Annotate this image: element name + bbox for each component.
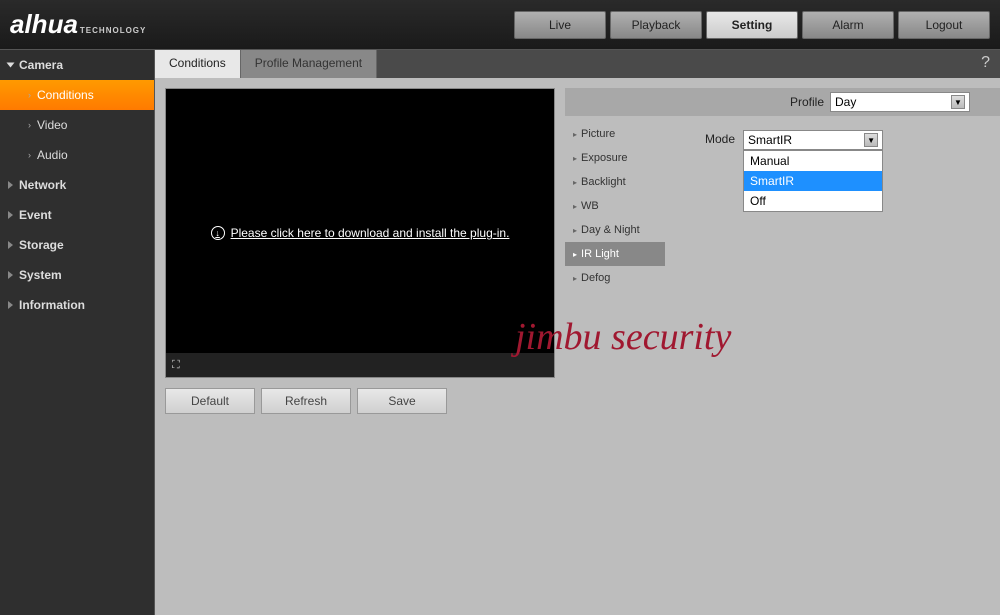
sidebar-label: Storage [19, 238, 64, 252]
nav-setting[interactable]: Setting [706, 11, 798, 39]
body: Camera › Conditions › Video › Audio Network… [0, 50, 1000, 615]
dropdown-arrow-icon: ▼ [951, 95, 965, 109]
save-button[interactable]: Save [357, 388, 447, 414]
nav-playback[interactable]: Playback [610, 11, 702, 39]
nav-alarm[interactable]: Alarm [802, 11, 894, 39]
settings-nav: ▸ Picture ▸ Exposure ▸ Backlight ▸ WB ▸ Day &… [565, 122, 665, 290]
chevron-right-icon [8, 241, 13, 249]
button-row: Default Refresh Save [165, 388, 555, 414]
chevron-right-icon: ▸ [573, 202, 577, 211]
profile-label: Profile [790, 95, 824, 109]
sidebar: Camera › Conditions › Video › Audio Network… [0, 50, 155, 615]
mode-row: Mode SmartIR ▼ Manual SmartIR Off [705, 130, 883, 290]
plugin-text: Please click here to download and instal… [231, 226, 510, 240]
chevron-right-icon: ▸ [573, 226, 577, 235]
chevron-right-icon: › [28, 90, 31, 100]
brand-subtitle: TECHNOLOGY [80, 26, 146, 35]
sidebar-label: Conditions [37, 88, 94, 102]
mode-dropdown-list: Manual SmartIR Off [743, 150, 883, 212]
video-column: ↓ Please click here to download and inst… [165, 88, 555, 414]
mode-dropdown: SmartIR ▼ Manual SmartIR Off [743, 130, 883, 150]
nav-label: Picture [581, 128, 615, 140]
chevron-right-icon: ▸ [573, 250, 577, 259]
sidebar-label: Camera [19, 58, 63, 72]
settings-nav-defog[interactable]: ▸ Defog [565, 266, 665, 290]
nav-label: Exposure [581, 152, 627, 164]
header: alhua TECHNOLOGY Live Playback Setting A… [0, 0, 1000, 50]
settings-column: Profile Day ▼ ▸ Picture ▸ Exposure ▸ Backli… [565, 88, 1000, 414]
settings-nav-daynight[interactable]: ▸ Day & Night [565, 218, 665, 242]
sidebar-label: Network [19, 178, 66, 192]
settings-nav-wb[interactable]: ▸ WB [565, 194, 665, 218]
dropdown-arrow-icon: ▼ [864, 133, 878, 147]
download-icon: ↓ [211, 226, 225, 240]
chevron-right-icon: ▸ [573, 154, 577, 163]
fullscreen-icon[interactable]: ⛶ [172, 359, 180, 372]
brand-logo: alhua TECHNOLOGY [10, 9, 146, 40]
chevron-right-icon: ▸ [573, 130, 577, 139]
chevron-right-icon [8, 271, 13, 279]
nav-label: Backlight [581, 176, 626, 188]
sidebar-conditions[interactable]: › Conditions [0, 80, 154, 110]
sidebar-label: System [19, 268, 62, 282]
sidebar-storage[interactable]: Storage [0, 230, 154, 260]
help-icon[interactable]: ? [971, 50, 1000, 78]
video-toolbar: ⛶ [166, 353, 554, 377]
sidebar-network[interactable]: Network [0, 170, 154, 200]
mode-option-manual[interactable]: Manual [744, 151, 882, 171]
sidebar-audio[interactable]: › Audio [0, 140, 154, 170]
settings-nav-picture[interactable]: ▸ Picture [565, 122, 665, 146]
sidebar-camera[interactable]: Camera [0, 50, 154, 80]
mode-option-off[interactable]: Off [744, 191, 882, 211]
nav-label: IR Light [581, 248, 619, 260]
profile-row: Profile Day ▼ [565, 88, 1000, 116]
sidebar-system[interactable]: System [0, 260, 154, 290]
mode-label: Mode [705, 132, 735, 146]
chevron-right-icon [8, 301, 13, 309]
settings-nav-irlight[interactable]: ▸ IR Light [565, 242, 665, 266]
main-panel: Conditions Profile Management ? ↓ Please… [155, 50, 1000, 615]
nav-label: WB [581, 200, 599, 212]
nav-label: Defog [581, 272, 610, 284]
settings-nav-exposure[interactable]: ▸ Exposure [565, 146, 665, 170]
chevron-right-icon: ▸ [573, 178, 577, 187]
plugin-download-link[interactable]: ↓ Please click here to download and inst… [211, 226, 510, 240]
chevron-right-icon: ▸ [573, 274, 577, 283]
sidebar-label: Information [19, 298, 85, 312]
sidebar-information[interactable]: Information [0, 290, 154, 320]
nav-label: Day & Night [581, 224, 640, 236]
chevron-right-icon [8, 181, 13, 189]
top-nav: Live Playback Setting Alarm Logout [514, 11, 990, 39]
chevron-down-icon [7, 63, 15, 68]
nav-logout[interactable]: Logout [898, 11, 990, 39]
settings-body: ▸ Picture ▸ Exposure ▸ Backlight ▸ WB ▸ Day &… [565, 122, 1000, 290]
video-preview: ↓ Please click here to download and inst… [165, 88, 555, 378]
mode-value: SmartIR [748, 133, 792, 147]
default-button[interactable]: Default [165, 388, 255, 414]
nav-live[interactable]: Live [514, 11, 606, 39]
mode-option-smartir[interactable]: SmartIR [744, 171, 882, 191]
sidebar-label: Event [19, 208, 52, 222]
chevron-right-icon: › [28, 150, 31, 160]
content-tabs: Conditions Profile Management ? [155, 50, 1000, 78]
profile-value: Day [835, 95, 856, 109]
sidebar-event[interactable]: Event [0, 200, 154, 230]
sidebar-video[interactable]: › Video [0, 110, 154, 140]
chevron-right-icon: › [28, 120, 31, 130]
content: ↓ Please click here to download and inst… [155, 78, 1000, 414]
tab-profile-management[interactable]: Profile Management [241, 50, 377, 78]
sidebar-label: Audio [37, 148, 68, 162]
tab-conditions[interactable]: Conditions [155, 50, 241, 78]
mode-select[interactable]: SmartIR ▼ [743, 130, 883, 150]
chevron-right-icon [8, 211, 13, 219]
profile-select[interactable]: Day ▼ [830, 92, 970, 112]
settings-nav-backlight[interactable]: ▸ Backlight [565, 170, 665, 194]
brand-name: alhua [10, 9, 78, 40]
refresh-button[interactable]: Refresh [261, 388, 351, 414]
sidebar-label: Video [37, 118, 67, 132]
